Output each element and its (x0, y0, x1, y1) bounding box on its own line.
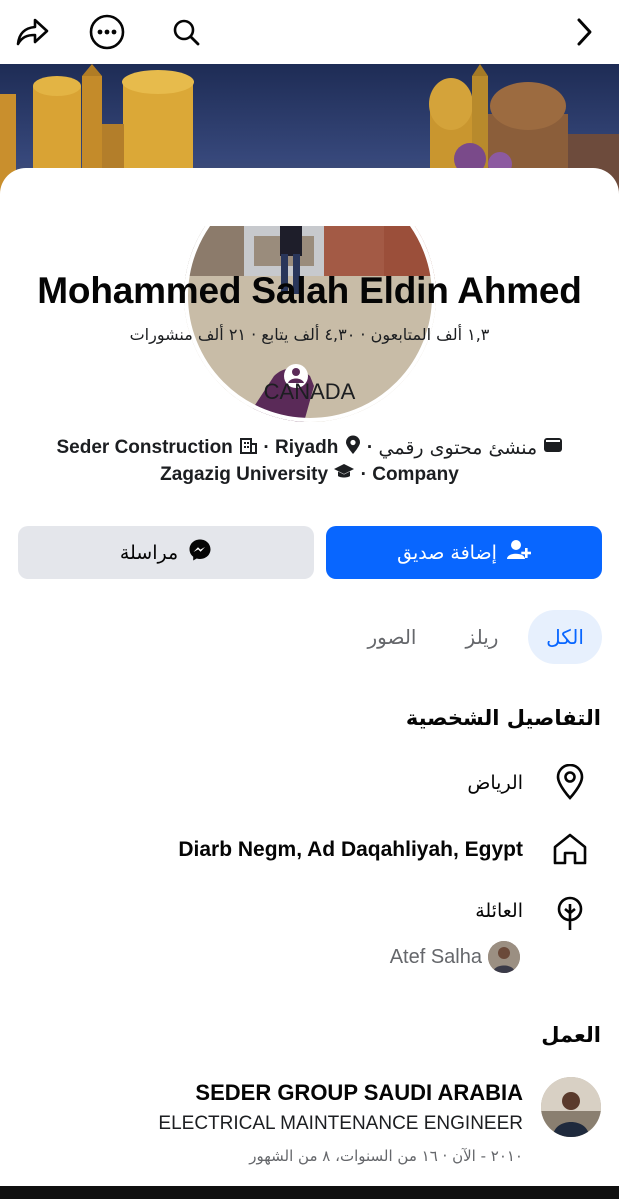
video-camera-icon (543, 438, 563, 459)
workplace-text[interactable]: Seder Construction (56, 437, 232, 458)
tab-reels[interactable]: ريلز (448, 610, 516, 664)
home-icon (550, 829, 590, 869)
meta-separator: · (263, 437, 270, 458)
family-member-avatar[interactable] (488, 941, 520, 973)
profile-meta-line-1: Seder Construction · Riyadh · منشئ محتوى… (0, 435, 619, 461)
message-label: مراسلة (119, 541, 179, 564)
profile-stats[interactable]: ١,٣ ألف المتابعون · ٤,٣٠ ألف يتابع · ٢١ … (0, 325, 619, 344)
personal-details-title: التفاصيل الشخصية (405, 706, 601, 730)
category-text: منشئ محتوى رقمي (378, 437, 538, 459)
profile-bio: CANADA (263, 379, 356, 404)
location-pin-icon (550, 762, 590, 802)
meta-separator: · (366, 437, 374, 458)
family-label: العائلة (475, 900, 523, 922)
messenger-icon (188, 538, 212, 567)
message-button[interactable]: مراسلة (18, 526, 314, 579)
education-text[interactable]: Zagazig University (160, 464, 328, 485)
chevron-right-icon[interactable] (564, 12, 604, 52)
add-friend-button[interactable]: إضافة صديق (326, 526, 602, 579)
work-company-avatar[interactable] (541, 1077, 601, 1137)
profile-name: Mohammed Salah Eldin Ahmed (37, 270, 582, 311)
work-title: العمل (541, 1023, 601, 1047)
more-dots-icon[interactable] (87, 12, 127, 52)
current-city-text[interactable]: الرياض (467, 772, 523, 794)
work-company-name[interactable]: SEDER GROUP SAUDI ARABIA (195, 1080, 523, 1106)
bottom-edge-bar (0, 1186, 619, 1199)
family-member-name[interactable]: Atef Salha (390, 946, 482, 969)
tab-photos[interactable]: الصور (350, 610, 434, 664)
tab-all[interactable]: الكل (528, 610, 602, 664)
work-duration: ٢٠١٠ - الآن · ١٦ من السنوات، ٨ من الشهور (249, 1147, 523, 1165)
share-icon[interactable] (12, 12, 52, 52)
meta-separator: · (360, 464, 367, 485)
company-text: Company (372, 464, 459, 485)
add-friend-label: إضافة صديق (397, 541, 497, 564)
family-tree-icon (550, 894, 590, 934)
search-icon[interactable] (166, 12, 206, 52)
work-position: ELECTRICAL MAINTENANCE ENGINEER (158, 1113, 523, 1134)
location-pin-icon (344, 435, 367, 460)
top-toolbar (0, 0, 619, 64)
hometown-text[interactable]: Diarb Negm, Ad Daqahliyah, Egypt (178, 838, 523, 862)
location-text[interactable]: Riyadh (275, 437, 338, 458)
profile-sheet (0, 168, 619, 1199)
profile-meta-line-2: Zagazig University · Company (0, 463, 619, 487)
building-icon (238, 438, 263, 460)
add-person-icon (506, 539, 532, 566)
graduation-cap-icon (333, 464, 360, 486)
